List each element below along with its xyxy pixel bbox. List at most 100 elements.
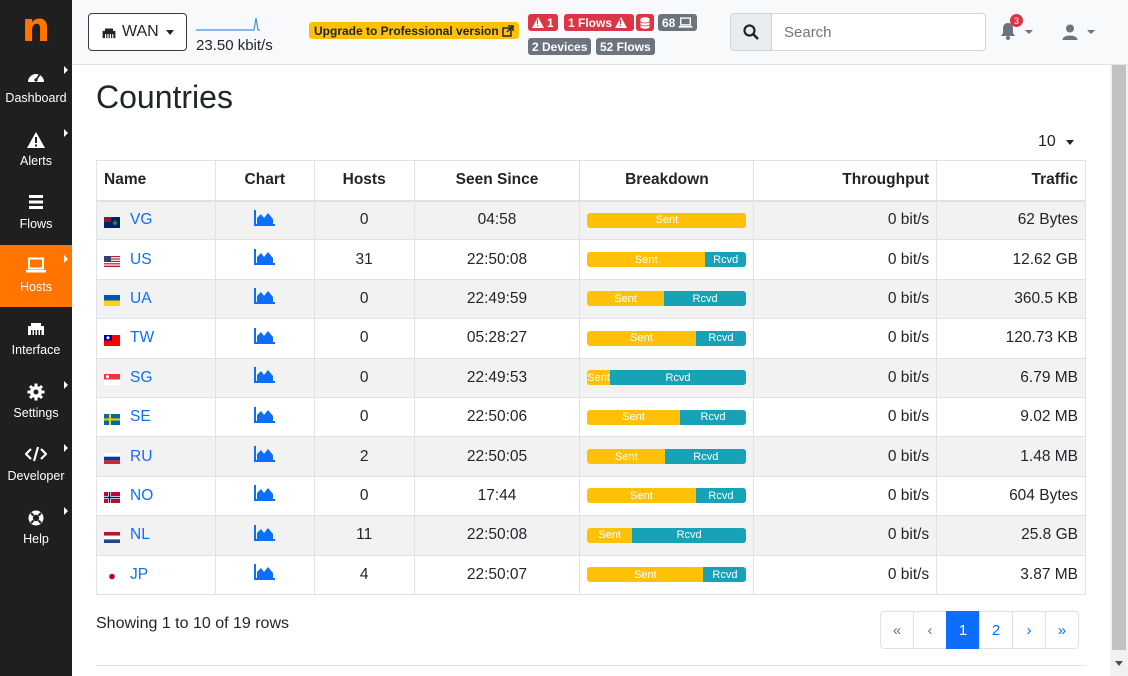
country-link[interactable]: VG bbox=[130, 211, 152, 228]
area-chart-icon[interactable] bbox=[254, 249, 276, 270]
area-chart-icon[interactable] bbox=[254, 564, 276, 585]
ntop-logo[interactable]: n bbox=[0, 0, 72, 56]
search-input[interactable] bbox=[771, 13, 986, 51]
column-header-chart[interactable]: Chart bbox=[214, 160, 315, 202]
page-2-button[interactable]: 2 bbox=[979, 611, 1013, 649]
sidebar-item-alerts[interactable]: Alerts bbox=[0, 119, 72, 181]
chart-cell bbox=[214, 199, 315, 241]
pagination: « ‹ 1 2 › » bbox=[880, 611, 1079, 649]
vertical-scrollbar[interactable] bbox=[1110, 65, 1128, 676]
rows-per-page-value: 10 bbox=[1038, 133, 1056, 150]
countries-table: Name Chart Hosts Seen Since Breakdown Th… bbox=[96, 160, 1086, 595]
column-header-name[interactable]: Name bbox=[96, 160, 216, 202]
area-chart-icon[interactable] bbox=[254, 367, 276, 388]
country-link[interactable]: TW bbox=[130, 329, 154, 346]
country-link[interactable]: SE bbox=[130, 408, 151, 425]
sidebar-item-developer[interactable]: Developer bbox=[0, 434, 72, 496]
first-page-button[interactable]: « bbox=[880, 611, 914, 649]
breakdown-cell: Sent bbox=[579, 199, 755, 241]
chevron-down-icon bbox=[166, 30, 174, 35]
hosts-cell: 0 bbox=[313, 475, 415, 517]
scroll-down-arrow[interactable] bbox=[1115, 661, 1123, 666]
database-badge[interactable] bbox=[636, 14, 654, 31]
last-page-button[interactable]: » bbox=[1045, 611, 1079, 649]
flag-tw-icon bbox=[104, 333, 120, 346]
country-link[interactable]: RU bbox=[130, 448, 152, 465]
interface-dropdown[interactable]: WAN bbox=[88, 13, 187, 51]
traffic-cell: 120.73 KB bbox=[936, 318, 1086, 359]
sidebar-item-flows[interactable]: Flows bbox=[0, 182, 72, 244]
column-header-breakdown[interactable]: Breakdown bbox=[579, 160, 755, 202]
notifications-count: 3 bbox=[1010, 14, 1023, 27]
chevron-right-icon bbox=[64, 66, 68, 74]
alerts-badge[interactable]: 1 bbox=[528, 14, 558, 31]
devices-badge[interactable]: 2 Devices bbox=[528, 38, 592, 55]
seen-since-cell: 22:50:05 bbox=[413, 436, 581, 477]
area-chart-icon[interactable] bbox=[254, 485, 276, 506]
country-cell: NO bbox=[96, 475, 216, 517]
sidebar-item-settings[interactable]: Settings bbox=[0, 371, 72, 433]
flows-badge[interactable]: 52 Flows bbox=[596, 38, 655, 55]
table-row: RU 2 22:50:05 Sent Rcvd 0 bit/s 1.48 MB bbox=[96, 436, 1086, 477]
rows-per-page-dropdown[interactable]: 10 bbox=[1038, 133, 1074, 151]
sidebar-item-label: Alerts bbox=[20, 154, 52, 168]
next-page-button[interactable]: › bbox=[1012, 611, 1046, 649]
footer-divider bbox=[96, 665, 1086, 666]
country-link[interactable]: UA bbox=[130, 290, 152, 307]
area-chart-icon[interactable] bbox=[254, 288, 276, 309]
breakdown-bar: Sent Rcvd bbox=[587, 370, 747, 386]
upgrade-link[interactable]: Upgrade to Professional version bbox=[309, 22, 519, 39]
column-header-seen-since[interactable]: Seen Since bbox=[413, 160, 581, 202]
chevron-down-icon bbox=[1087, 30, 1095, 34]
hosts-badge[interactable]: 68 bbox=[658, 14, 698, 31]
warning-icon bbox=[615, 17, 628, 28]
sidebar-item-hosts[interactable]: Hosts bbox=[0, 245, 72, 307]
throughput-cell: 0 bit/s bbox=[753, 278, 938, 320]
area-chart-icon[interactable] bbox=[254, 406, 276, 428]
chart-cell bbox=[214, 515, 315, 556]
area-chart-icon[interactable] bbox=[254, 327, 276, 349]
chevron-down-icon bbox=[1025, 30, 1033, 34]
previous-page-button[interactable]: ‹ bbox=[913, 611, 947, 649]
rcvd-segment: Rcvd bbox=[631, 527, 747, 543]
sidebar-item-help[interactable]: Help bbox=[0, 497, 72, 559]
throughput-cell: 0 bit/s bbox=[753, 515, 938, 556]
search-button[interactable] bbox=[730, 13, 772, 51]
sidebar-item-interface[interactable]: Interface bbox=[0, 308, 72, 370]
column-header-traffic[interactable]: Traffic bbox=[936, 160, 1086, 202]
seen-since-cell: 17:44 bbox=[413, 475, 581, 517]
sent-segment: Sent bbox=[587, 488, 696, 504]
table-row: NO 0 17:44 Sent Rcvd 0 bit/s 604 Bytes bbox=[96, 475, 1086, 517]
hosts-cell: 31 bbox=[313, 239, 415, 280]
area-chart-icon[interactable] bbox=[254, 446, 276, 467]
chart-cell bbox=[214, 396, 315, 438]
page-1-button[interactable]: 1 bbox=[946, 611, 980, 649]
country-link[interactable]: SG bbox=[130, 369, 152, 386]
flag-se-icon bbox=[104, 412, 120, 425]
country-link[interactable]: NO bbox=[130, 487, 153, 504]
warning-icon bbox=[0, 131, 72, 149]
country-link[interactable]: NL bbox=[130, 526, 150, 543]
area-chart-icon[interactable] bbox=[254, 524, 276, 546]
user-dropdown[interactable] bbox=[1062, 22, 1098, 44]
table-row: US 31 22:50:08 Sent Rcvd 0 bit/s 12.62 GB bbox=[96, 239, 1086, 280]
country-link[interactable]: JP bbox=[130, 566, 148, 583]
sidebar-item-dashboard[interactable]: Dashboard bbox=[0, 56, 72, 118]
throughput-sparkline bbox=[196, 17, 260, 31]
scrollbar-thumb[interactable] bbox=[1112, 65, 1126, 650]
chart-cell bbox=[214, 239, 315, 280]
traffic-cell: 1.48 MB bbox=[936, 436, 1086, 477]
area-chart-icon[interactable] bbox=[254, 209, 276, 231]
ethernet-icon bbox=[102, 28, 116, 38]
flow-alerts-badge[interactable]: 1 Flows bbox=[564, 14, 635, 31]
laptop-icon bbox=[0, 257, 72, 275]
chevron-right-icon bbox=[64, 381, 68, 389]
column-header-hosts[interactable]: Hosts bbox=[313, 160, 415, 202]
breakdown-bar: Sent Rcvd bbox=[587, 291, 747, 307]
country-link[interactable]: US bbox=[130, 251, 152, 268]
rcvd-segment: Rcvd bbox=[705, 252, 747, 268]
column-header-throughput[interactable]: Throughput bbox=[753, 160, 938, 202]
table-row: VG 0 04:58 Sent 0 bit/s 62 Bytes bbox=[96, 199, 1086, 241]
cog-icon bbox=[0, 383, 72, 401]
hosts-cell: 0 bbox=[313, 278, 415, 320]
